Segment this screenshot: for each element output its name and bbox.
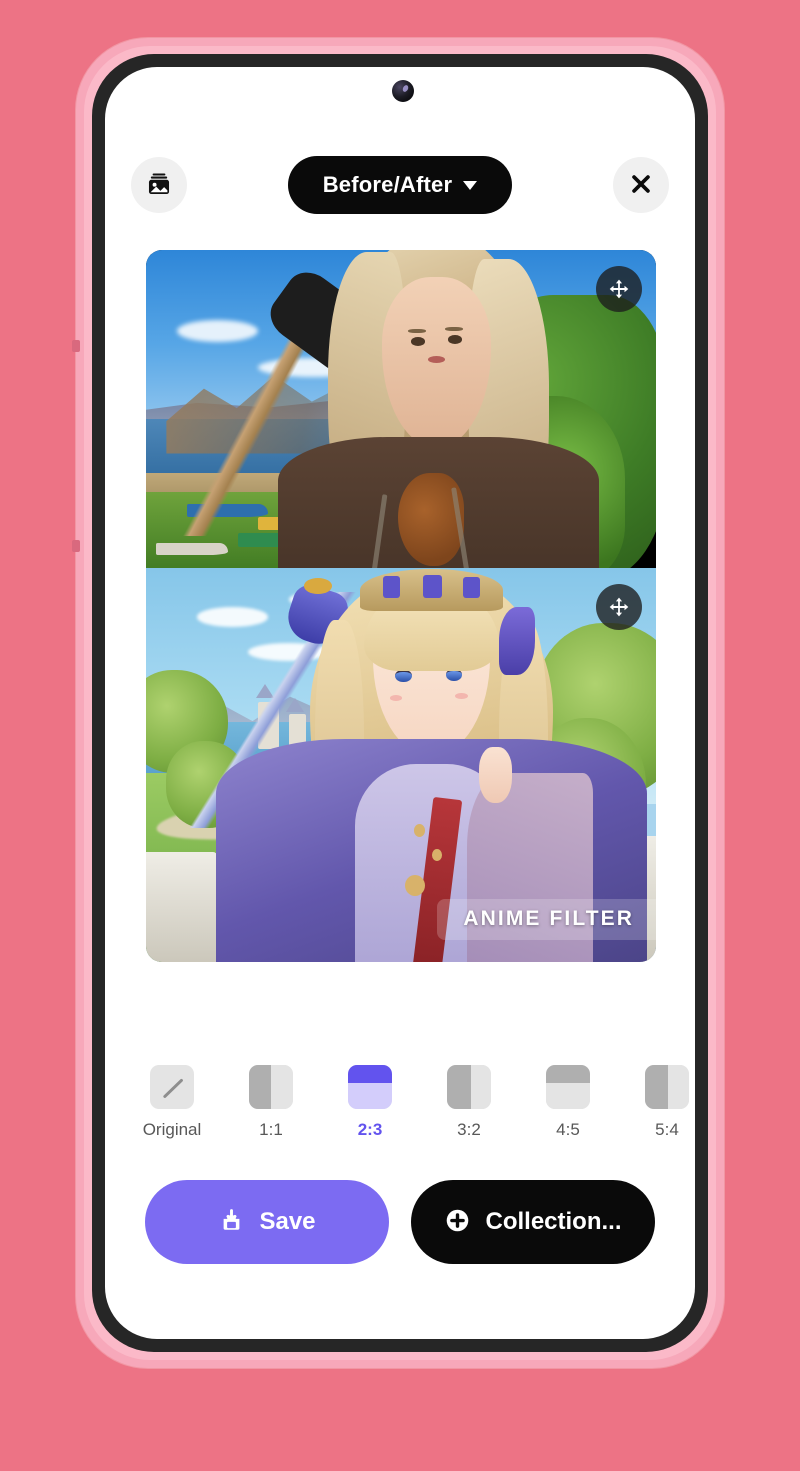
after-photo-move-handle[interactable] bbox=[596, 584, 642, 630]
ratio-thumb-2-3 bbox=[348, 1065, 392, 1109]
front-camera-icon bbox=[392, 80, 414, 102]
ratio-label: 3:2 bbox=[457, 1120, 481, 1139]
collection-button[interactable]: Collection... bbox=[411, 1180, 655, 1264]
ratio-option-2-3[interactable]: 2:3 bbox=[343, 1065, 397, 1140]
ratio-option-original[interactable]: Original bbox=[142, 1065, 202, 1140]
mode-selector-before-after[interactable]: Before/After bbox=[288, 156, 512, 214]
ratio-label: Original bbox=[142, 1120, 202, 1139]
ratio-label: 4:5 bbox=[556, 1120, 580, 1139]
before-photo-image bbox=[146, 250, 656, 568]
gallery-button[interactable] bbox=[131, 157, 187, 213]
close-button[interactable] bbox=[613, 157, 669, 213]
mode-selector-label: Before/After bbox=[322, 172, 453, 197]
close-icon bbox=[628, 171, 654, 200]
ratio-option-3-2[interactable]: 3:2 bbox=[442, 1065, 496, 1140]
ratio-thumb-1-1 bbox=[249, 1065, 293, 1109]
ratio-thumb-5-4 bbox=[645, 1065, 689, 1109]
photo-comparison-stack: ANIME FILTER bbox=[146, 250, 656, 962]
move-arrows-icon bbox=[609, 279, 629, 299]
aspect-ratio-strip[interactable]: Original 1:1 2:3 3:2 4:5 5:4 bbox=[105, 1057, 695, 1165]
collection-button-label: Collection... bbox=[485, 1208, 622, 1235]
ratio-option-4-5[interactable]: 4:5 bbox=[541, 1065, 595, 1140]
gallery-stack-icon bbox=[145, 170, 173, 201]
anime-filter-badge: ANIME FILTER bbox=[437, 899, 656, 940]
chevron-down-icon bbox=[463, 180, 478, 190]
save-button[interactable]: Save bbox=[145, 1180, 389, 1264]
move-arrows-icon bbox=[609, 597, 629, 617]
ratio-thumb-4-5 bbox=[546, 1065, 590, 1109]
app-header: Before/After bbox=[105, 147, 695, 223]
action-button-row: Save Collection... bbox=[105, 1180, 695, 1264]
ratio-label: 1:1 bbox=[259, 1120, 283, 1139]
before-photo-move-handle[interactable] bbox=[596, 266, 642, 312]
ratio-option-1-1[interactable]: 1:1 bbox=[244, 1065, 298, 1140]
ratio-label: 2:3 bbox=[357, 1120, 383, 1139]
ratio-thumb-original bbox=[150, 1065, 194, 1109]
before-photo[interactable] bbox=[146, 250, 656, 568]
ratio-label: 5:4 bbox=[655, 1120, 679, 1139]
phone-side-button-volume-up[interactable] bbox=[72, 340, 80, 352]
plus-circle-icon bbox=[444, 1207, 471, 1237]
ratio-thumb-3-2 bbox=[447, 1065, 491, 1109]
download-save-icon bbox=[218, 1207, 245, 1237]
phone-screen: Before/After ANIME FILTER Original 1:1 2… bbox=[105, 67, 695, 1339]
ratio-option-5-4[interactable]: 5:4 bbox=[640, 1065, 694, 1140]
after-photo[interactable]: ANIME FILTER bbox=[146, 568, 656, 962]
save-button-label: Save bbox=[259, 1208, 316, 1235]
phone-side-button-power[interactable] bbox=[72, 540, 80, 552]
